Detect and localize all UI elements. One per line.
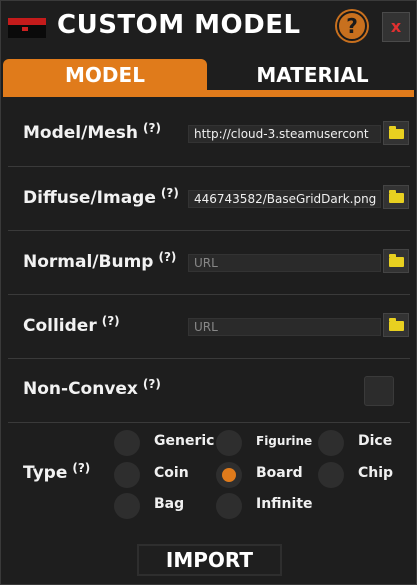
tab-model[interactable]: MODEL bbox=[3, 59, 207, 90]
diffuse-label: Diffuse/Image (?) bbox=[23, 186, 179, 208]
normal-browse-button[interactable] bbox=[383, 249, 409, 273]
type-radio-infinite[interactable] bbox=[216, 493, 242, 519]
nonconvex-label: Non-Convex (?) bbox=[23, 377, 161, 399]
type-option-coin: Coin bbox=[154, 465, 189, 481]
type-option-figurine: Figurine bbox=[256, 434, 313, 448]
diffuse-browse-button[interactable] bbox=[383, 185, 409, 209]
close-button[interactable]: x bbox=[382, 12, 410, 42]
diffuse-help[interactable]: (?) bbox=[161, 186, 179, 200]
import-button[interactable]: IMPORT bbox=[137, 544, 282, 576]
type-option-board: Board bbox=[256, 465, 303, 481]
collider-url-input[interactable]: URL bbox=[188, 318, 381, 336]
custom-model-window: CUSTOM MODEL ? x MODEL MATERIAL Model/Me… bbox=[0, 0, 417, 585]
type-option-infinite: Infinite bbox=[256, 496, 313, 512]
flag-icon bbox=[8, 18, 46, 38]
normal-row: Normal/Bump (?) URL bbox=[8, 231, 410, 295]
model-mesh-browse-button[interactable] bbox=[383, 121, 409, 145]
collider-help[interactable]: (?) bbox=[102, 314, 120, 328]
folder-icon bbox=[389, 126, 404, 139]
type-option-chip: Chip bbox=[358, 465, 394, 481]
normal-url-input[interactable]: URL bbox=[188, 254, 381, 272]
type-radio-bag[interactable] bbox=[114, 493, 140, 519]
collider-row: Collider (?) URL bbox=[8, 295, 410, 359]
model-mesh-label: Model/Mesh (?) bbox=[23, 121, 161, 143]
help-button[interactable]: ? bbox=[337, 11, 367, 41]
type-row: Type (?) Generic Figurine Dice Coin Board… bbox=[8, 423, 410, 531]
nonconvex-help[interactable]: (?) bbox=[143, 377, 161, 391]
normal-help[interactable]: (?) bbox=[158, 250, 176, 264]
normal-label: Normal/Bump (?) bbox=[23, 250, 177, 272]
type-radio-dice[interactable] bbox=[318, 430, 344, 456]
folder-icon bbox=[389, 190, 404, 203]
window-title: CUSTOM MODEL bbox=[57, 10, 301, 40]
model-mesh-help[interactable]: (?) bbox=[143, 121, 161, 135]
type-radio-figurine[interactable] bbox=[216, 430, 242, 456]
type-radio-chip[interactable] bbox=[318, 462, 344, 488]
diffuse-url-input[interactable]: 446743582/BaseGridDark.png bbox=[188, 190, 381, 208]
type-option-generic: Generic bbox=[154, 433, 215, 449]
type-radio-board[interactable] bbox=[216, 462, 242, 488]
type-option-dice: Dice bbox=[358, 433, 393, 449]
diffuse-row: Diffuse/Image (?) 446743582/BaseGridDark.… bbox=[8, 167, 410, 231]
model-mesh-url-input[interactable]: http://cloud-3.steamusercont bbox=[188, 125, 381, 143]
type-radio-coin[interactable] bbox=[114, 462, 140, 488]
folder-icon bbox=[389, 254, 404, 267]
collider-browse-button[interactable] bbox=[383, 313, 409, 337]
question-icon: ? bbox=[346, 14, 358, 38]
tab-material[interactable]: MATERIAL bbox=[211, 59, 414, 90]
type-radio-generic[interactable] bbox=[114, 430, 140, 456]
folder-icon bbox=[389, 318, 404, 331]
model-mesh-row: Model/Mesh (?) http://cloud-3.steamuserco… bbox=[8, 103, 410, 167]
nonconvex-checkbox[interactable] bbox=[364, 376, 394, 406]
type-label: Type (?) bbox=[23, 461, 91, 483]
type-option-bag: Bag bbox=[154, 496, 185, 512]
type-help[interactable]: (?) bbox=[72, 461, 90, 475]
tab-underline bbox=[3, 90, 414, 97]
collider-label: Collider (?) bbox=[23, 314, 120, 336]
close-icon: x bbox=[390, 17, 402, 36]
nonconvex-row: Non-Convex (?) bbox=[8, 359, 410, 423]
tab-bar: MODEL MATERIAL bbox=[1, 59, 416, 99]
title-bar[interactable]: CUSTOM MODEL ? x bbox=[1, 1, 416, 53]
